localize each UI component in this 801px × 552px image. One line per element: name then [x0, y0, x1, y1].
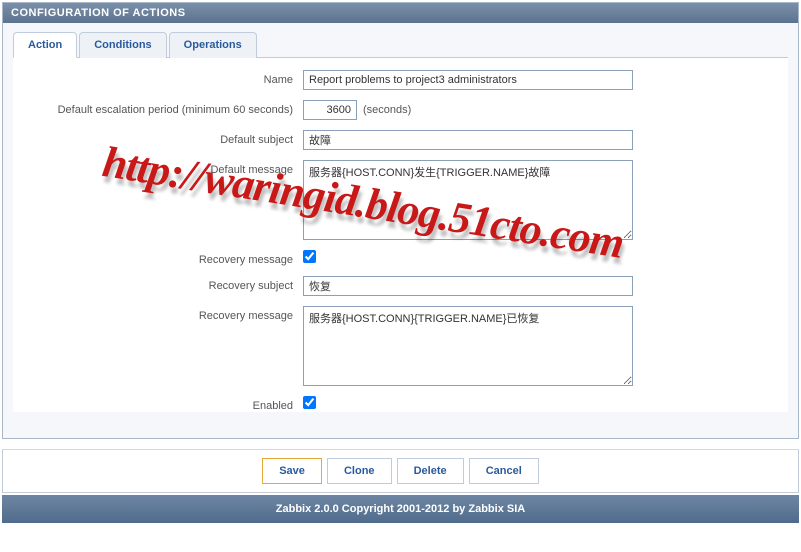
panel-title: CONFIGURATION OF ACTIONS	[3, 3, 798, 23]
enabled-checkbox[interactable]	[303, 396, 316, 409]
config-panel: CONFIGURATION OF ACTIONS Action Conditio…	[2, 2, 799, 439]
button-bar: Save Clone Delete Cancel	[2, 449, 799, 493]
label-default-message: Default message	[13, 160, 303, 176]
default-subject-input[interactable]	[303, 130, 633, 150]
recovery-checkbox[interactable]	[303, 250, 316, 263]
row-recovery-message: Recovery message	[13, 306, 788, 386]
footer: Zabbix 2.0.0 Copyright 2001-2012 by Zabb…	[2, 495, 799, 523]
tab-action[interactable]: Action	[13, 32, 77, 58]
row-enabled: Enabled	[13, 396, 788, 412]
panel-body: Action Conditions Operations Name Defaul…	[3, 23, 798, 438]
cancel-button[interactable]: Cancel	[469, 458, 539, 484]
label-name: Name	[13, 70, 303, 86]
delete-button[interactable]: Delete	[397, 458, 464, 484]
row-recovery-subject: Recovery subject	[13, 276, 788, 296]
row-default-subject: Default subject	[13, 130, 788, 150]
clone-button[interactable]: Clone	[327, 458, 392, 484]
escalation-input[interactable]	[303, 100, 357, 120]
label-enabled: Enabled	[13, 396, 303, 412]
name-input[interactable]	[303, 70, 633, 90]
save-button[interactable]: Save	[262, 458, 322, 484]
label-recovery-message: Recovery message	[13, 250, 303, 266]
default-message-textarea[interactable]	[303, 160, 633, 240]
form-area: Name Default escalation period (minimum …	[13, 58, 788, 412]
recovery-subject-input[interactable]	[303, 276, 633, 296]
label-recovery-message2: Recovery message	[13, 306, 303, 322]
recovery-message-textarea[interactable]	[303, 306, 633, 386]
label-default-subject: Default subject	[13, 130, 303, 146]
tab-operations[interactable]: Operations	[169, 32, 257, 58]
row-name: Name	[13, 70, 788, 90]
label-escalation: Default escalation period (minimum 60 se…	[13, 100, 303, 116]
row-escalation: Default escalation period (minimum 60 se…	[13, 100, 788, 120]
tabs: Action Conditions Operations	[13, 31, 788, 58]
label-recovery-subject: Recovery subject	[13, 276, 303, 292]
row-default-message: Default message	[13, 160, 788, 240]
seconds-text: (seconds)	[363, 104, 411, 116]
row-recovery-toggle: Recovery message	[13, 250, 788, 266]
tab-conditions[interactable]: Conditions	[79, 32, 166, 58]
